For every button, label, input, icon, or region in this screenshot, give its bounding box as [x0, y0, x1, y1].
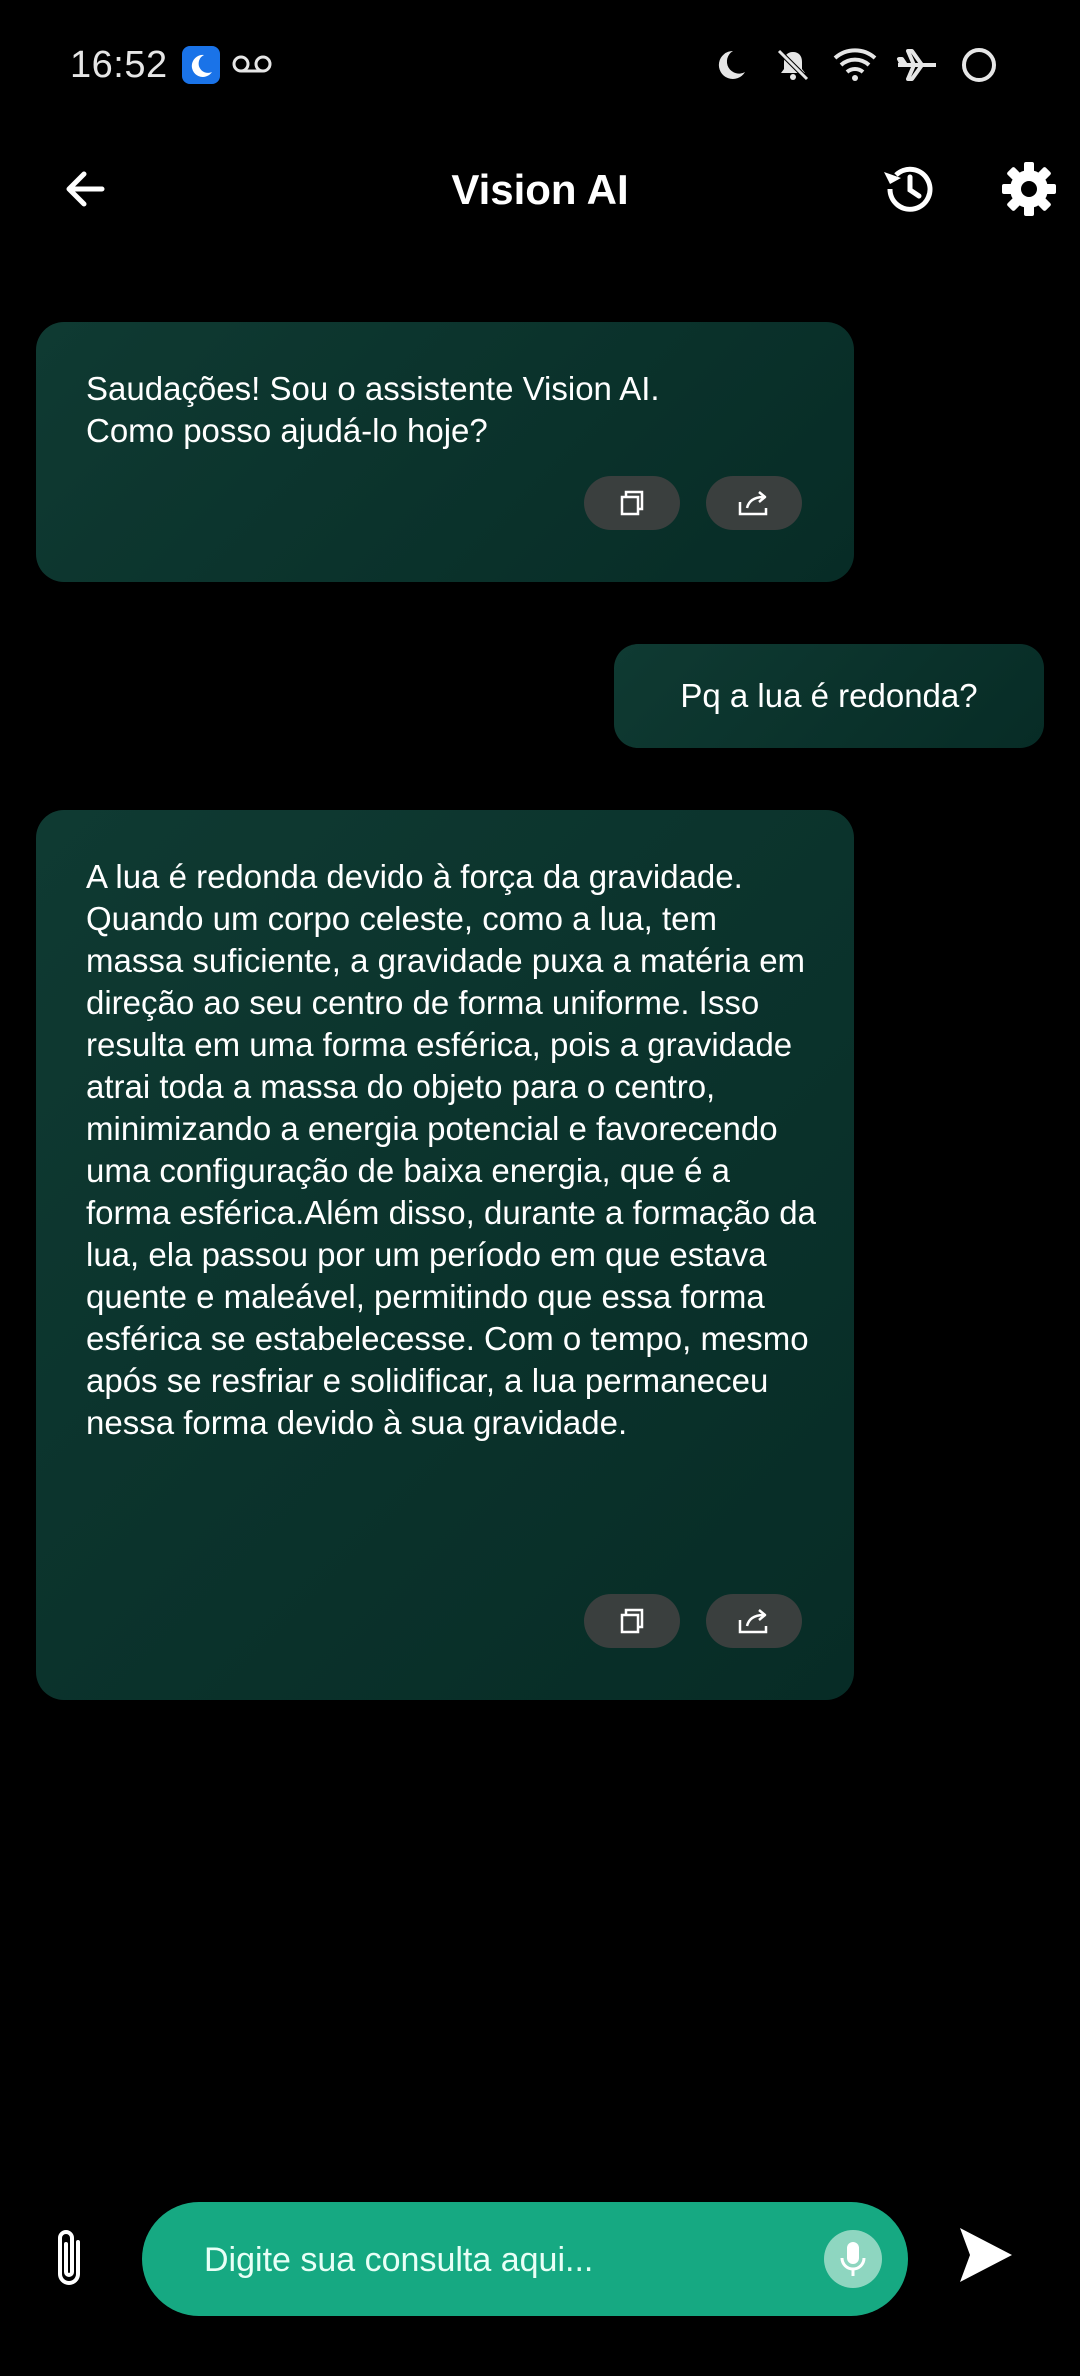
settings-button[interactable]: [998, 158, 1060, 220]
message-actions: [584, 476, 802, 530]
send-button[interactable]: [956, 2224, 1016, 2286]
history-icon: [884, 166, 933, 212]
do-not-disturb-icon: [182, 46, 220, 84]
copy-button[interactable]: [584, 1594, 680, 1648]
assistant-message: Saudações! Sou o assistente Vision AI. C…: [36, 322, 854, 582]
airplane-icon: [894, 42, 940, 88]
message-text: A lua é redonda devido à força da gravid…: [86, 858, 817, 1441]
bell-off-icon: [770, 42, 816, 88]
attach-button[interactable]: [48, 2226, 94, 2292]
wifi-icon: [832, 42, 878, 88]
app-bar: Vision AI: [0, 150, 1080, 234]
query-input-container: [142, 2202, 908, 2318]
share-button[interactable]: [706, 1594, 802, 1648]
voicemail-icon: [232, 52, 272, 81]
battery-ring-icon: [956, 42, 1002, 88]
status-time: 16:52: [70, 44, 168, 86]
paperclip-icon: [58, 2230, 80, 2285]
message-text: Pq a lua é redonda?: [680, 677, 978, 714]
status-icons: [708, 42, 1002, 88]
user-message: Pq a lua é redonda?: [614, 644, 1044, 748]
copy-icon: [620, 490, 644, 516]
microphone-icon: [840, 2242, 866, 2276]
mic-button[interactable]: [824, 2230, 882, 2288]
share-icon: [738, 491, 768, 516]
message-text: Saudações! Sou o assistente Vision AI. C…: [86, 370, 660, 449]
copy-icon: [620, 1608, 644, 1634]
screen: 16:52 Vision AI Saudações! Sou o assiste…: [0, 0, 1080, 2376]
history-button[interactable]: [878, 158, 940, 220]
query-input[interactable]: [202, 2202, 766, 2318]
assistant-message: A lua é redonda devido à força da gravid…: [36, 810, 854, 1700]
gear-icon: [1002, 162, 1056, 216]
status-bar: 16:52: [0, 0, 1080, 130]
send-icon: [960, 2228, 1012, 2282]
moon-icon: [708, 42, 754, 88]
copy-button[interactable]: [584, 476, 680, 530]
share-button[interactable]: [706, 476, 802, 530]
message-actions: [584, 1594, 802, 1648]
share-icon: [738, 1609, 768, 1634]
